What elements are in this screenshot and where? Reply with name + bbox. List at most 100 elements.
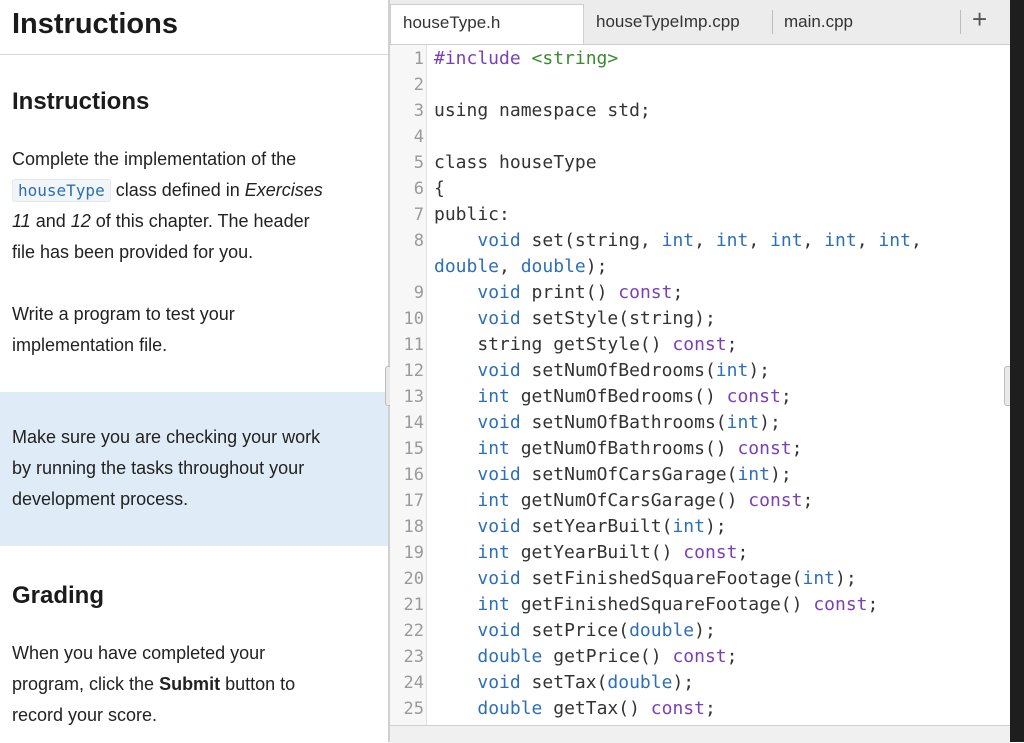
code-token: getPrice() xyxy=(542,646,673,667)
tab-housetype-h[interactable]: houseType.h xyxy=(390,4,584,44)
code-token: , xyxy=(499,256,521,277)
console-panel-edge xyxy=(1010,0,1024,742)
tip-callout: Make sure you are checking your work by … xyxy=(0,392,388,546)
code-line[interactable]: 15 int getNumOfBathrooms() const; xyxy=(390,436,1010,462)
code-token: ); xyxy=(769,464,792,485)
code-token: int xyxy=(477,386,510,407)
instructions-pane: Instructions Instructions Complete the i… xyxy=(0,0,388,742)
code-line[interactable]: 24 void setTax(double); xyxy=(390,670,1010,696)
code-token: print() xyxy=(520,282,619,303)
tab-main-cpp[interactable]: main.cpp xyxy=(772,4,958,44)
code-line[interactable]: 10 void setStyle(string); xyxy=(390,306,1010,332)
code-line[interactable]: double, double); xyxy=(390,254,1010,280)
line-number: 12 xyxy=(403,361,424,381)
code-token: int xyxy=(737,464,770,485)
code-line[interactable]: 8 void set(string, int, int, int, int, i… xyxy=(390,228,1010,254)
code-token: ; xyxy=(737,542,749,563)
para-text: button to xyxy=(220,674,296,694)
code-token: ); xyxy=(585,256,608,277)
line-number: 10 xyxy=(403,309,424,329)
line-number: 25 xyxy=(403,699,424,719)
code-text: using namespace std; xyxy=(434,98,651,124)
code-line[interactable]: 23 double getPrice() const; xyxy=(390,644,1010,670)
code-token: int xyxy=(477,542,510,563)
code-token: ; xyxy=(867,594,879,615)
line-number: 20 xyxy=(403,569,424,589)
code-text: void setNumOfBedrooms(int); xyxy=(434,358,770,384)
code-text: { xyxy=(434,176,445,202)
line-number: 5 xyxy=(413,153,424,173)
code-token: ; xyxy=(672,282,684,303)
code-token: ); xyxy=(694,620,716,641)
line-number: 16 xyxy=(403,465,424,485)
code-text: int getNumOfBedrooms() const; xyxy=(434,384,791,410)
code-token: int xyxy=(672,516,705,537)
code-token: double xyxy=(629,620,695,641)
code-text: int getNumOfCarsGarage() const; xyxy=(434,488,813,514)
code-token: ); xyxy=(748,360,770,381)
code-line[interactable]: 22 void setPrice(double); xyxy=(390,618,1010,644)
code-line[interactable]: 19 int getYearBuilt() const; xyxy=(390,540,1010,566)
code-line[interactable]: 3 using namespace std; xyxy=(390,98,1010,124)
code-token: getNumOfBedrooms() xyxy=(509,386,727,407)
grading-heading: Grading xyxy=(12,582,105,609)
code-token: setFinishedSquareFootage( xyxy=(520,568,803,589)
code-token: int xyxy=(477,490,510,511)
code-line[interactable]: 5 class houseType xyxy=(390,150,1010,176)
para-text: and xyxy=(30,211,71,231)
code-token: double xyxy=(434,256,500,277)
para-text: Write a program to test your xyxy=(12,304,235,324)
class-name-chip: houseType xyxy=(12,179,111,202)
code-token: int xyxy=(715,360,749,381)
code-token: int xyxy=(661,230,695,251)
code-token: ); xyxy=(704,516,727,537)
para-text: When you have completed your xyxy=(12,643,266,663)
code-line[interactable]: 16 void setNumOfCarsGarage(int); xyxy=(390,462,1010,488)
grading-paragraph: When you have completed your program, cl… xyxy=(12,638,372,731)
code-line[interactable]: 12 void setNumOfBedrooms(int); xyxy=(390,358,1010,384)
code-text: void setTax(double); xyxy=(434,670,694,696)
code-text: class houseType xyxy=(434,150,597,176)
submit-mention: Submit xyxy=(159,674,221,694)
code-token: ); xyxy=(759,412,781,433)
code-token: ; xyxy=(726,334,738,355)
code-token: int xyxy=(477,438,510,459)
code-token: const xyxy=(737,438,792,459)
code-token: getNumOfBathrooms() xyxy=(509,438,738,459)
code-line[interactable]: 11 string getStyle() const; xyxy=(390,332,1010,358)
line-number: 22 xyxy=(403,621,424,641)
code-line[interactable]: 21 int getFinishedSquareFootage() const; xyxy=(390,592,1010,618)
para-text: implementation file. xyxy=(12,335,168,355)
code-token: , xyxy=(856,230,879,251)
editor-bottom-bar xyxy=(390,725,1010,743)
code-editor[interactable]: houseType.h houseTypeImp.cpp main.cpp + … xyxy=(390,0,1010,743)
code-line[interactable]: 14 void setNumOfBathrooms(int); xyxy=(390,410,1010,436)
code-line[interactable]: 7 public: xyxy=(390,202,1010,228)
code-token: ); xyxy=(835,568,857,589)
code-line[interactable]: 4 xyxy=(390,124,1010,150)
add-tab-button[interactable]: + xyxy=(972,4,987,35)
line-number: 15 xyxy=(403,439,424,459)
code-token: void xyxy=(477,464,521,485)
code-line[interactable]: 25 double getTax() const; xyxy=(390,696,1010,722)
line-number: 9 xyxy=(413,283,424,303)
tab-housetypeimp-cpp[interactable]: houseTypeImp.cpp xyxy=(584,4,772,44)
code-line[interactable]: 6{ xyxy=(390,176,1010,202)
line-number: 19 xyxy=(403,543,424,563)
line-number: 6 xyxy=(413,179,424,199)
code-line[interactable]: 2 xyxy=(390,72,1010,98)
code-text: double getPrice() const; xyxy=(434,644,737,670)
code-line[interactable]: 13 int getNumOfBedrooms() const; xyxy=(390,384,1010,410)
code-token: getNumOfCarsGarage() xyxy=(509,490,749,511)
code-line[interactable]: 17 int getNumOfCarsGarage() const; xyxy=(390,488,1010,514)
code-text: int getFinishedSquareFootage() const; xyxy=(434,592,878,618)
code-line[interactable]: 20 void setFinishedSquareFootage(int); xyxy=(390,566,1010,592)
code-line[interactable]: 9 void print() const; xyxy=(390,280,1010,306)
code-line[interactable]: 1 #include <string> xyxy=(390,46,1010,72)
code-text: void setFinishedSquareFootage(int); xyxy=(434,566,857,592)
code-line[interactable]: 18 void setYearBuilt(int); xyxy=(390,514,1010,540)
